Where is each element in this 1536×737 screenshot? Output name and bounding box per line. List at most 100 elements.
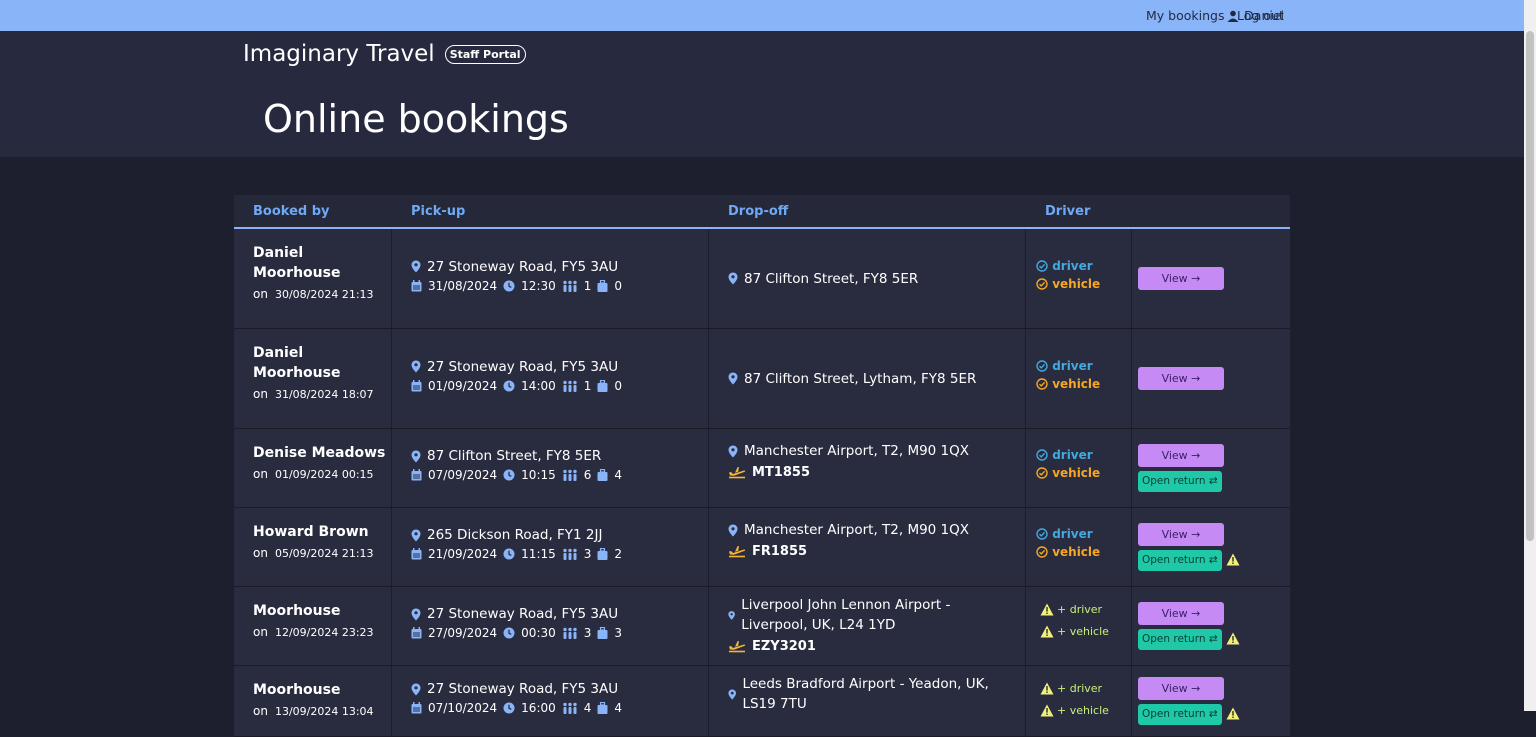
map-pin-icon: [728, 610, 735, 620]
pickup-address: 27 Stoneway Road, FY5 3AU: [411, 604, 622, 624]
pickup-time: 12:30: [521, 278, 556, 293]
check-circle-icon: [1036, 449, 1048, 461]
pickup-time: 14:00: [521, 378, 556, 393]
calendar-icon: [411, 469, 422, 481]
dropoff-cell: 87 Clifton Street, Lytham, FY8 5ER: [709, 329, 1026, 428]
view-button[interactable]: View →: [1138, 444, 1224, 467]
booked-by-cell: Daniel Moorhouse on 30/08/2024 21:13: [234, 229, 392, 328]
luggage-count: 0: [614, 378, 623, 393]
actions-cell: View → Open return ⇄: [1132, 508, 1290, 586]
warning-icon: [1040, 625, 1054, 638]
assign-driver-warning[interactable]: + driver: [1040, 603, 1109, 616]
assign-vehicle-warning[interactable]: + vehicle: [1040, 625, 1109, 638]
dropoff-address-text: 87 Clifton Street, Lytham, FY8 5ER: [744, 370, 977, 387]
passenger-count: 1: [583, 378, 592, 393]
pickup-time: 00:30: [521, 626, 556, 640]
luggage-icon: [597, 627, 608, 639]
check-circle-icon: [1036, 467, 1048, 479]
pickup-cell: 27 Stoneway Road, FY5 3AU 01/09/2024 14:…: [392, 329, 709, 428]
driver-cell: driver vehicle: [1026, 508, 1132, 586]
vehicle-status: vehicle: [1036, 466, 1100, 480]
header-booked-by: Booked by: [253, 204, 330, 219]
return-warning: [1226, 630, 1240, 649]
check-circle-icon: [1036, 259, 1048, 272]
luggage-icon: [597, 548, 608, 560]
vehicle-status-text: vehicle: [1052, 276, 1101, 291]
booked-by-cell: Howard Brown on 05/09/2024 21:13: [234, 508, 392, 586]
driver-cell: driver vehicle: [1026, 229, 1132, 328]
pickup-address: 27 Stoneway Road, FY5 3AU: [411, 679, 622, 699]
dropoff-address-text: Manchester Airport, T2, M90 1QX: [744, 443, 970, 459]
staff-portal-badge: Staff Portal: [444, 44, 526, 64]
table-row: Denise Meadows on 01/09/2024 00:15 87 Cl…: [234, 429, 1290, 508]
pickup-details: 21/09/2024 11:15 3 2: [411, 547, 622, 561]
luggage-count: 4: [614, 701, 623, 715]
scrollbar-thumb[interactable]: [1526, 31, 1534, 541]
booked-by-cell: Daniel Moorhouse on 31/08/2024 18:07: [234, 329, 392, 428]
view-button[interactable]: View →: [1138, 677, 1224, 700]
return-warning: [1226, 551, 1240, 570]
clock-icon: [503, 380, 515, 391]
open-return-button[interactable]: Open return ⇄: [1138, 629, 1222, 650]
luggage-icon: [597, 279, 608, 292]
open-return-button[interactable]: Open return ⇄: [1138, 704, 1222, 725]
clock-icon: [503, 627, 515, 639]
pickup-cell: 27 Stoneway Road, FY5 3AU 07/10/2024 16:…: [392, 666, 709, 736]
vehicle-status: vehicle: [1036, 377, 1100, 391]
pickup-address-text: 27 Stoneway Road, FY5 3AU: [427, 681, 619, 697]
dropoff-address: Manchester Airport, T2, M90 1QX: [728, 441, 1008, 461]
pickup-time: 11:15: [521, 547, 556, 561]
booked-on-label: on: [253, 287, 268, 301]
actions-cell: View →: [1132, 229, 1290, 328]
view-button[interactable]: View →: [1138, 367, 1224, 390]
clock-icon: [503, 280, 515, 291]
luggage-icon: [597, 702, 608, 714]
open-return-button[interactable]: Open return ⇄: [1138, 471, 1222, 492]
check-circle-icon: [1036, 546, 1048, 558]
check-circle-icon: [1036, 359, 1048, 372]
booked-at: on 05/09/2024 21:13: [253, 546, 374, 560]
logout-link[interactable]: Log out: [1237, 8, 1284, 23]
pickup-cell: 265 Dickson Road, FY1 2JJ 21/09/2024 11:…: [392, 508, 709, 586]
table-row: Howard Brown on 05/09/2024 21:13 265 Dic…: [234, 508, 1290, 587]
pickup-date: 21/09/2024: [428, 547, 498, 561]
booked-on-label: on: [253, 387, 268, 401]
people-icon: [563, 548, 577, 560]
people-icon: [563, 469, 577, 481]
luggage-icon: [597, 469, 608, 481]
driver-status-text: driver: [1052, 258, 1093, 273]
map-pin-icon: [411, 260, 421, 273]
dropoff-address: Liverpool John Lennon Airport - Liverpoo…: [728, 595, 1008, 635]
my-bookings-link[interactable]: My bookings: [1146, 8, 1224, 23]
driver-status: driver: [1036, 259, 1100, 273]
luggage-count: 2: [614, 547, 623, 561]
dropoff-address-text: 87 Clifton Street, FY8 5ER: [744, 270, 919, 287]
booked-at-text: 01/09/2024 00:15: [274, 468, 374, 481]
view-button[interactable]: View →: [1138, 602, 1224, 625]
booked-on-label: on: [253, 467, 268, 481]
flight-number-text: EZY3201: [752, 639, 816, 654]
view-button[interactable]: View →: [1138, 523, 1224, 546]
return-warning: [1226, 705, 1240, 724]
driver-status: driver: [1036, 359, 1100, 373]
brand[interactable]: Imaginary Travel Staff Portal: [243, 41, 526, 67]
map-pin-icon: [728, 272, 738, 285]
check-circle-icon: [1036, 277, 1048, 290]
map-pin-icon: [411, 608, 421, 620]
dropoff-cell: Leeds Bradford Airport - Yeadon, UK, LS1…: [709, 666, 1026, 736]
pickup-date: 07/10/2024: [428, 701, 498, 715]
driver-status-text: driver: [1052, 527, 1093, 541]
people-icon: [563, 702, 577, 714]
pickup-details: 31/08/2024 12:30 1 0: [411, 279, 622, 293]
check-circle-icon: [1036, 528, 1048, 540]
scrollbar[interactable]: [1524, 0, 1536, 711]
assign-driver-warning[interactable]: + driver: [1040, 682, 1109, 695]
page-title: Online bookings: [263, 97, 569, 141]
calendar-icon: [411, 279, 422, 291]
view-button[interactable]: View →: [1138, 267, 1224, 290]
open-return-button[interactable]: Open return ⇄: [1138, 550, 1222, 571]
assign-driver-text: + driver: [1057, 682, 1103, 695]
dropoff-address: Manchester Airport, T2, M90 1QX: [728, 520, 1008, 540]
booked-by-cell: Moorhouse on 13/09/2024 13:04: [234, 666, 392, 736]
booked-by-name: Denise Meadows: [253, 445, 386, 461]
